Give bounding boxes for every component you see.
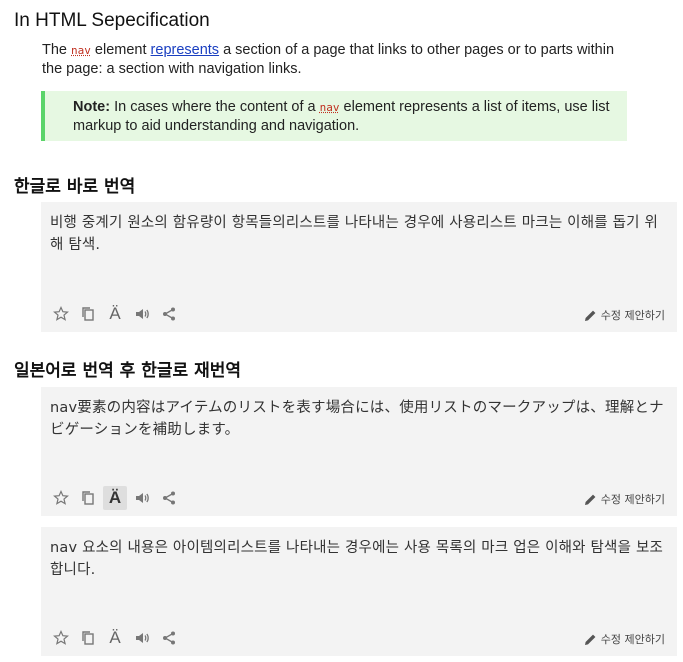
nav-code-link[interactable]: nav [320, 101, 340, 114]
suggest-edit-label: 수정 제안하기 [600, 633, 665, 646]
suggest-edit-label: 수정 제안하기 [600, 493, 665, 506]
direct-translation-card: 비행 중계기 원소의 함유량이 항목들의리스트를 나타내는 경우에 사용리스트 … [41, 202, 677, 332]
speaker-icon[interactable] [130, 302, 154, 326]
pronunciation-icon[interactable]: Ä [103, 486, 127, 510]
japanese-translation-card: nav要素の内容はアイテムのリストを表す場合には、使用リストのマークアップは、理… [41, 387, 677, 516]
copy-icon[interactable] [76, 486, 100, 510]
japanese-translation-text: nav要素の内容はアイテムのリストを表す場合には、使用リストのマークアップは、理… [50, 400, 664, 438]
star-icon[interactable] [49, 626, 73, 650]
spec-heading: In HTML Sepecification [14, 10, 210, 31]
speaker-icon[interactable] [130, 626, 154, 650]
suggest-edit-button[interactable]: 수정 제안하기 [584, 631, 665, 647]
suggest-edit-button[interactable]: 수정 제안하기 [584, 491, 665, 507]
translation-text: 비행 중계기 원소의 함유량이 항목들의리스트를 나타내는 경우에 사용리스트 … [50, 215, 659, 253]
star-icon[interactable] [49, 486, 73, 510]
card-toolbar: Ä [49, 626, 184, 650]
retranslation-heading: 일본어로 번역 후 한글로 재번역 [14, 361, 241, 381]
note-box: Note: In cases where the content of a na… [41, 91, 627, 141]
note-label: Note: [73, 99, 111, 115]
korean-retranslation-card: nav 요소의 내용은 아이템의리스트를 나타내는 경우에는 사용 목록의 마크… [41, 527, 677, 656]
nav-code-link[interactable]: nav [71, 44, 91, 57]
spec-text: The [42, 42, 72, 58]
speaker-icon[interactable] [130, 486, 154, 510]
pencil-icon [584, 310, 596, 321]
note-text: In cases where the content of a [110, 99, 320, 115]
share-icon[interactable] [157, 486, 181, 510]
represents-link[interactable]: represents [151, 42, 220, 58]
pencil-icon [584, 634, 596, 645]
copy-icon[interactable] [76, 302, 100, 326]
star-icon[interactable] [49, 302, 73, 326]
pronunciation-icon[interactable]: Ä [103, 302, 127, 326]
spec-text: element [90, 42, 151, 58]
suggest-edit-button[interactable]: 수정 제안하기 [584, 307, 665, 323]
card-toolbar: Ä [49, 486, 184, 510]
pencil-icon [584, 494, 596, 505]
share-icon[interactable] [157, 302, 181, 326]
spec-paragraph: The nav element represents a section of … [42, 41, 622, 79]
pronunciation-icon[interactable]: Ä [103, 626, 127, 650]
direct-translation-heading: 한글로 바로 번역 [14, 177, 136, 197]
copy-icon[interactable] [76, 626, 100, 650]
card-toolbar: Ä [49, 302, 184, 326]
share-icon[interactable] [157, 626, 181, 650]
korean-retranslation-text: nav 요소의 내용은 아이템의리스트를 나타내는 경우에는 사용 목록의 마크… [50, 540, 664, 578]
suggest-edit-label: 수정 제안하기 [600, 309, 665, 322]
